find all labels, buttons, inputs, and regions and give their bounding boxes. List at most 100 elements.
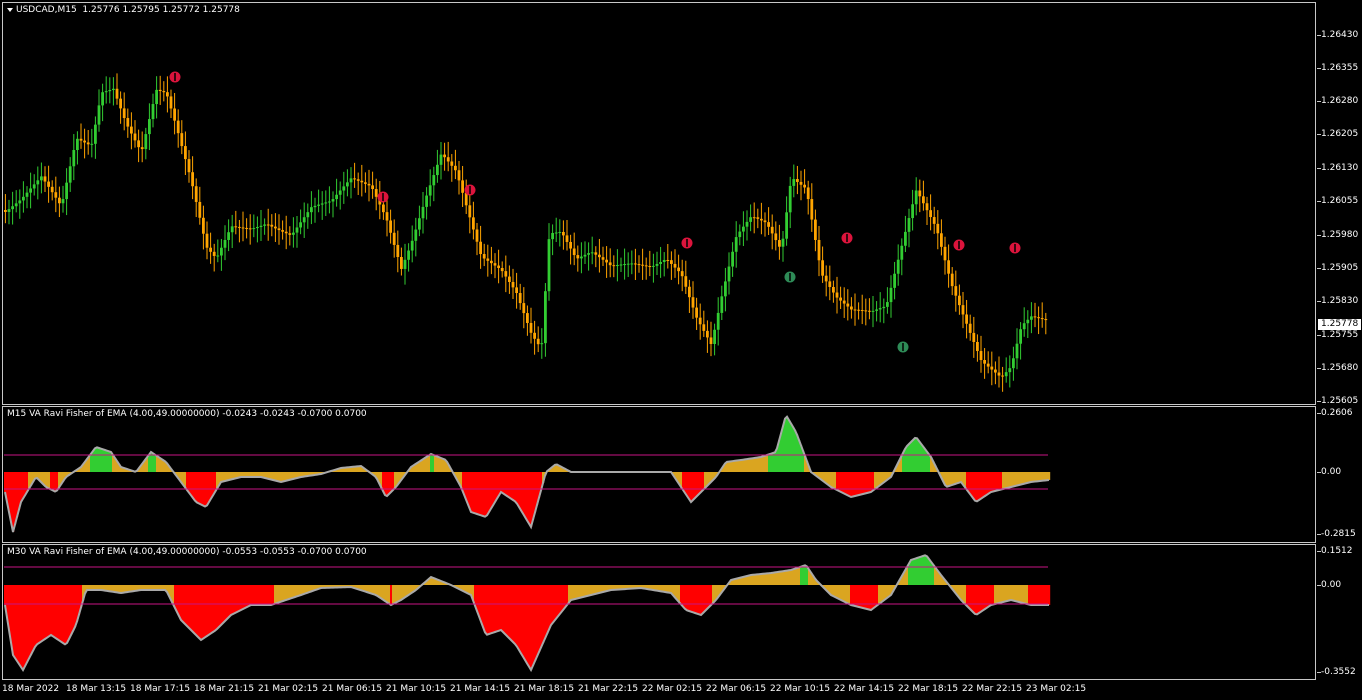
price-label: 1.26055 xyxy=(1321,196,1359,206)
histogram-bar xyxy=(742,577,745,585)
histogram-bar xyxy=(196,585,199,636)
price-label: 1.26205 xyxy=(1321,129,1359,139)
histogram-bar xyxy=(684,585,687,609)
histogram-bar xyxy=(538,585,541,652)
axis-tick xyxy=(1317,201,1321,202)
histogram-bar xyxy=(44,585,47,639)
histogram-bar xyxy=(880,585,883,603)
histogram-bar xyxy=(268,585,271,605)
axis-tick xyxy=(1317,534,1321,535)
histogram-bar xyxy=(250,585,253,605)
histogram-bar xyxy=(962,585,965,602)
histogram-bar xyxy=(836,585,839,598)
histogram-bar xyxy=(238,585,241,611)
histogram-bar xyxy=(374,585,377,595)
histogram-bar xyxy=(280,585,283,602)
histogram-bar xyxy=(786,570,789,585)
axis-tick xyxy=(1317,413,1321,414)
histogram-bar xyxy=(508,585,511,638)
histogram-bar xyxy=(974,585,977,614)
histogram-bar xyxy=(844,585,847,602)
histogram-bar xyxy=(882,585,885,601)
histogram-bar xyxy=(34,585,37,647)
histogram-bar xyxy=(372,585,375,595)
histogram-bar xyxy=(252,585,255,605)
histogram-bar xyxy=(40,585,43,642)
histogram-bar xyxy=(754,574,757,585)
histogram-bar xyxy=(266,585,269,605)
histogram-bar xyxy=(688,585,691,611)
histogram-bar xyxy=(60,585,63,642)
histogram-bar xyxy=(694,585,697,613)
axis-tick xyxy=(1317,585,1321,586)
histogram-bar xyxy=(490,585,493,634)
histogram-bar xyxy=(686,585,689,611)
histogram-bar xyxy=(1004,585,1007,602)
histogram-bar xyxy=(122,585,125,593)
histogram-bar xyxy=(772,572,775,585)
histogram-bar xyxy=(272,585,275,605)
histogram-bar xyxy=(1028,585,1031,605)
histogram-bar xyxy=(258,585,261,605)
histogram-bar xyxy=(54,585,57,638)
histogram-bar xyxy=(216,585,219,629)
histogram-bar xyxy=(854,585,857,606)
histogram-bar xyxy=(518,585,521,650)
histogram-bar xyxy=(758,574,761,585)
histogram-bar xyxy=(482,585,485,627)
histogram-bar xyxy=(578,585,581,598)
time-label: 22 Mar 18:15 xyxy=(898,684,959,694)
histogram-bar xyxy=(206,585,209,636)
histogram-bar xyxy=(396,585,399,602)
time-label: 21 Mar 22:15 xyxy=(578,684,639,694)
histogram-bar xyxy=(768,573,771,585)
price-label: 1.25680 xyxy=(1321,363,1359,373)
histogram-bar xyxy=(760,574,763,585)
histogram-bar xyxy=(832,585,835,596)
histogram-bar xyxy=(226,585,229,619)
histogram-bar xyxy=(192,585,195,632)
histogram-bar xyxy=(800,566,803,585)
histogram-bar xyxy=(928,559,931,585)
histogram-bar xyxy=(42,585,45,641)
time-label: 18 Mar 17:15 xyxy=(130,684,191,694)
histogram-bar xyxy=(764,573,767,585)
histogram-bar xyxy=(230,585,233,615)
histogram-bar xyxy=(198,585,201,638)
histogram-bar xyxy=(378,585,381,597)
histogram-bar xyxy=(1006,585,1009,601)
histogram-bar xyxy=(58,585,61,641)
histogram-bar xyxy=(752,574,755,585)
histogram-bar xyxy=(872,585,875,609)
histogram-bar xyxy=(402,585,405,599)
price-label: 1.25755 xyxy=(1321,330,1359,340)
histogram-bar xyxy=(376,585,379,596)
histogram-bar xyxy=(698,585,701,615)
histogram-bar xyxy=(544,585,547,639)
histogram-bar xyxy=(558,585,561,615)
time-label: 22 Mar 22:15 xyxy=(962,684,1023,694)
histogram-bar xyxy=(540,585,543,648)
histogram-bar xyxy=(1048,585,1051,605)
histogram-bar xyxy=(26,585,29,663)
time-label: 21 Mar 18:15 xyxy=(514,684,575,694)
histogram-bar xyxy=(966,585,969,606)
histogram-bar xyxy=(910,560,913,585)
histogram-bar xyxy=(744,576,747,585)
histogram-bar xyxy=(886,585,889,598)
histogram-bar xyxy=(510,585,513,640)
histogram-bar xyxy=(278,585,281,603)
histogram-bar xyxy=(532,585,535,666)
histogram-bar xyxy=(52,585,55,637)
ind2-min-label: -0.3552 xyxy=(1321,667,1356,677)
histogram-bar xyxy=(30,585,33,655)
histogram-bar xyxy=(580,585,583,598)
histogram-bar xyxy=(982,585,985,611)
histogram-bar xyxy=(850,585,853,605)
histogram-bar xyxy=(556,585,559,618)
time-label: 21 Mar 06:15 xyxy=(322,684,383,694)
histogram-bar xyxy=(484,585,487,633)
histogram-bar xyxy=(516,585,519,647)
histogram-bar xyxy=(756,574,759,585)
histogram-bar xyxy=(234,585,237,613)
